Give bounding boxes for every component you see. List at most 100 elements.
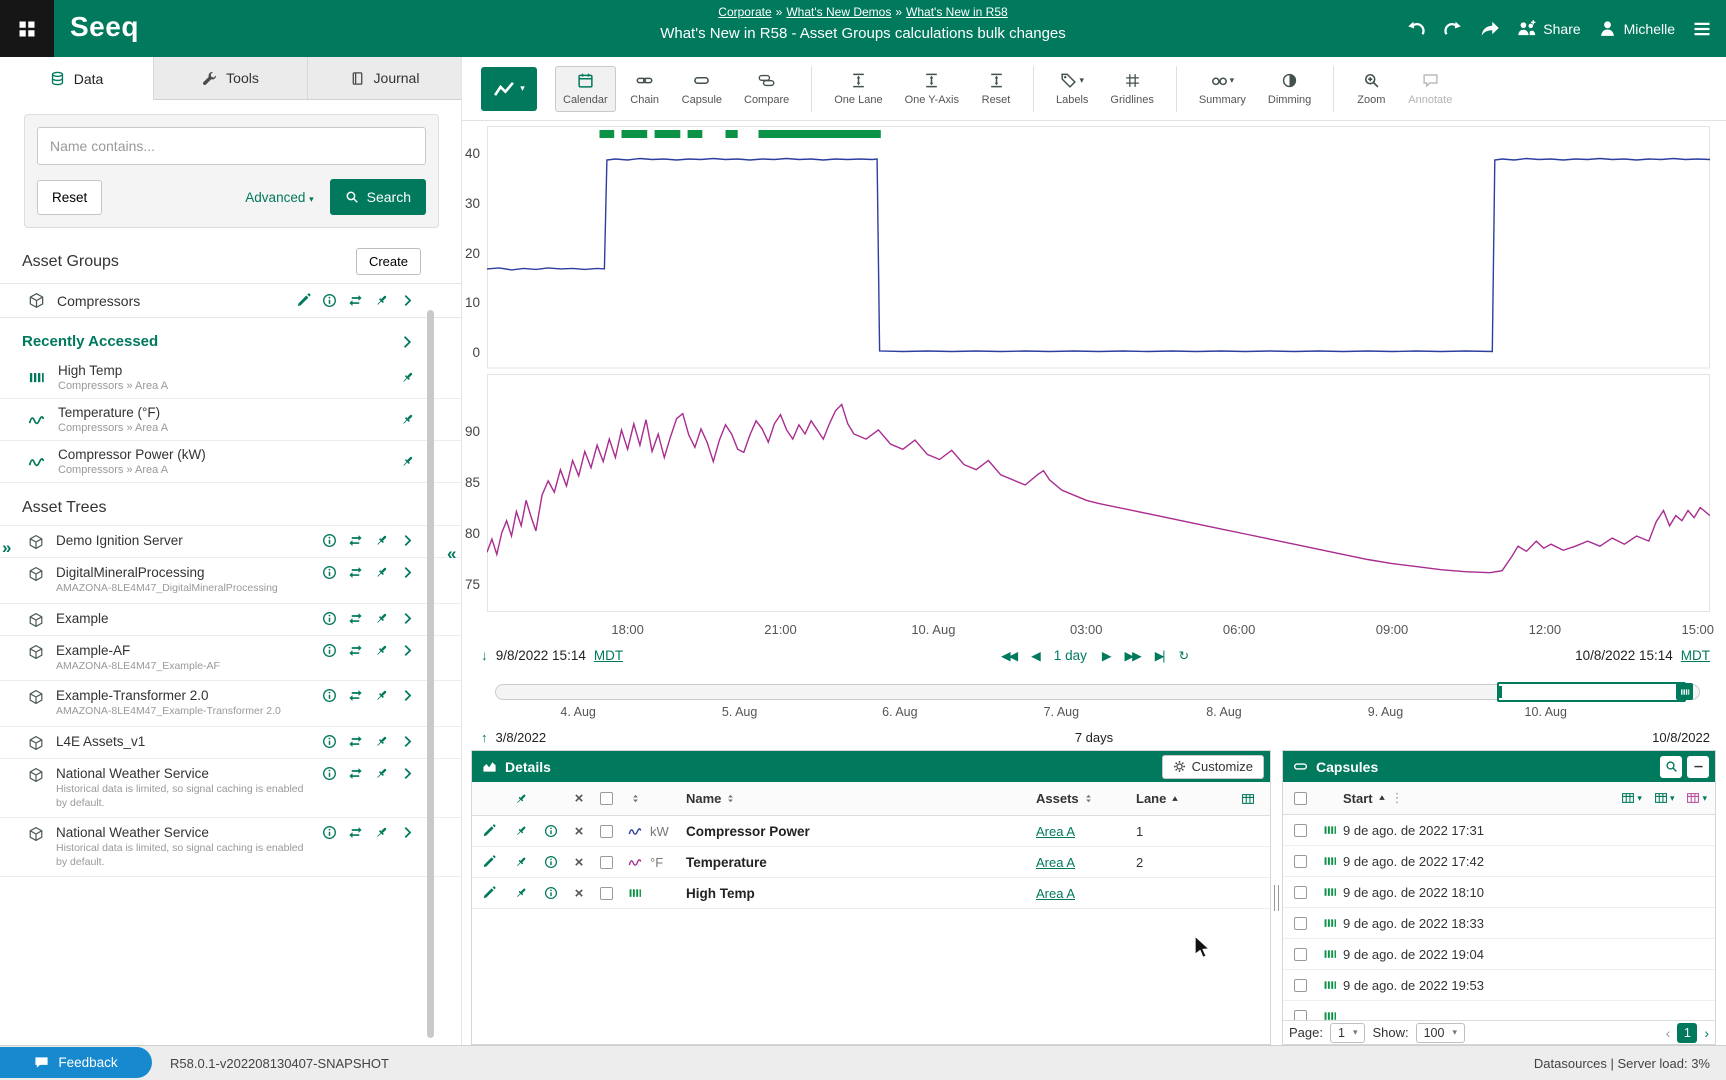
create-asset-group-button[interactable]: Create — [356, 248, 421, 275]
info-icon[interactable] — [322, 643, 337, 658]
sort-icon[interactable] — [725, 793, 736, 804]
step-back-button[interactable]: ◀ — [1031, 648, 1039, 663]
recent-item-temperature[interactable]: Temperature (°F)Compressors » Area A — [0, 399, 461, 441]
name-column-header[interactable]: Name — [686, 791, 721, 806]
share-button[interactable]: Share — [1517, 19, 1580, 38]
page-select[interactable]: 1▾ — [1330, 1023, 1365, 1043]
series-name[interactable]: High Temp — [686, 886, 1036, 901]
pin-icon[interactable] — [374, 611, 389, 626]
row-checkbox[interactable] — [1294, 824, 1307, 837]
info-icon[interactable] — [544, 855, 558, 869]
timezone-link[interactable]: MDT — [594, 648, 623, 663]
asset-group-row-compressors[interactable]: Compressors — [0, 283, 461, 318]
investigate-start[interactable]: 3/8/2022 — [496, 730, 547, 745]
pin-icon[interactable] — [374, 734, 389, 749]
pin-icon[interactable] — [514, 886, 528, 900]
toolbar-annotate-button[interactable]: Annotate — [1400, 66, 1460, 112]
toolbar-one-lane-button[interactable]: One Lane — [826, 66, 890, 112]
pin-icon[interactable] — [400, 454, 415, 469]
capsule-row[interactable]: 9 de ago. de 2022 18:10 — [1283, 877, 1715, 908]
remove-icon[interactable]: × — [566, 824, 592, 839]
toolbar-one-y-axis-button[interactable]: One Y-Axis — [897, 66, 967, 112]
pin-icon[interactable] — [374, 643, 389, 658]
capsule-row[interactable]: 9 de ago. de 2022 17:42 — [1283, 846, 1715, 877]
step-to-end-button[interactable]: ▶| — [1155, 648, 1164, 663]
row-checkbox[interactable] — [1294, 948, 1307, 961]
asset-link[interactable]: Area A — [1036, 855, 1075, 870]
investigate-duration[interactable]: 7 days — [1075, 730, 1113, 745]
trend-chart[interactable] — [487, 126, 1710, 620]
timezone-link[interactable]: MDT — [1681, 648, 1710, 663]
capsule-row[interactable]: 9 de ago. de 2022 19:04 — [1283, 939, 1715, 970]
chevron-right-icon[interactable] — [400, 825, 415, 840]
edit-pencil-icon[interactable] — [296, 293, 311, 308]
info-icon[interactable] — [544, 886, 558, 900]
row-checkbox[interactable] — [1294, 979, 1307, 992]
remove-column-icon[interactable]: × — [566, 791, 592, 806]
chevron-right-icon[interactable] — [400, 643, 415, 658]
asset-tree-row[interactable]: DigitalMineralProcessingAMAZONA-8LE4M47_… — [0, 558, 461, 604]
sort-icon[interactable] — [630, 793, 641, 804]
recent-item-high-temp[interactable]: High TempCompressors » Area A — [0, 357, 461, 399]
info-icon[interactable] — [322, 734, 337, 749]
swap-icon[interactable] — [348, 688, 363, 703]
toolbar-summary-button[interactable]: ▾ Summary — [1191, 66, 1254, 112]
customize-button[interactable]: Customize — [1162, 755, 1264, 779]
details-row-compressor-power[interactable]: × kW Compressor Power Area A 1 — [472, 816, 1270, 847]
seeq-logo[interactable]: Seeq — [54, 11, 157, 47]
timebar-selection-handle[interactable] — [1676, 683, 1693, 700]
chevron-right-icon[interactable] — [400, 734, 415, 749]
chevron-right-icon[interactable] — [400, 293, 415, 308]
toolbar-chain-button[interactable]: Chain — [622, 66, 668, 112]
info-icon[interactable] — [322, 825, 337, 840]
capsule-row[interactable]: 9 de ago. de 2022 18:33 — [1283, 908, 1715, 939]
feedback-button[interactable]: Feedback — [0, 1047, 152, 1078]
edit-pencil-icon[interactable] — [482, 886, 496, 900]
pin-icon[interactable] — [374, 766, 389, 781]
prev-page-button[interactable]: ‹ — [1666, 1025, 1671, 1041]
display-range-start[interactable]: 9/8/2022 15:14 — [496, 648, 586, 663]
swap-icon[interactable] — [348, 533, 363, 548]
reset-button[interactable]: Reset — [37, 180, 102, 215]
info-icon[interactable] — [322, 293, 337, 308]
search-button[interactable]: Search — [330, 179, 426, 215]
show-select[interactable]: 100▾ — [1416, 1023, 1465, 1043]
row-checkbox[interactable] — [600, 856, 613, 869]
asset-tree-row[interactable]: National Weather ServiceHistorical data … — [0, 759, 461, 818]
info-icon[interactable] — [322, 533, 337, 548]
chevron-right-icon[interactable] — [400, 533, 415, 548]
sidebar-scrollbar[interactable] — [427, 310, 434, 1038]
swap-icon[interactable] — [348, 643, 363, 658]
swap-icon[interactable] — [348, 734, 363, 749]
row-checkbox[interactable] — [1294, 886, 1307, 899]
edit-pencil-icon[interactable] — [482, 855, 496, 869]
info-icon[interactable] — [544, 824, 558, 838]
range-step-label[interactable]: 1 day — [1054, 648, 1087, 663]
expand-panel-button[interactable]: » — [2, 538, 11, 558]
investigate-start-arrow-icon[interactable]: ↑ — [481, 730, 488, 745]
pin-icon[interactable] — [374, 688, 389, 703]
collapse-sidebar-button[interactable]: « — [447, 544, 456, 564]
row-checkbox[interactable] — [600, 887, 613, 900]
row-checkbox[interactable] — [1294, 855, 1307, 868]
search-input[interactable] — [37, 127, 426, 165]
toolbar-reset-button[interactable]: Reset — [973, 66, 1019, 112]
table-stats-button[interactable]: ▾ — [1654, 791, 1675, 805]
series-name[interactable]: Compressor Power — [686, 824, 1036, 839]
server-status[interactable]: Datasources | Server load: 3% — [1534, 1056, 1710, 1071]
range-start-arrow-icon[interactable]: ↓ — [481, 648, 488, 663]
chevron-right-icon[interactable] — [400, 565, 415, 580]
column-menu-icon[interactable]: ⋮ — [1391, 790, 1404, 806]
chevron-right-icon[interactable] — [400, 688, 415, 703]
step-forward-button[interactable]: ▶ — [1102, 648, 1110, 663]
table-export-button[interactable]: ▾ — [1686, 791, 1707, 805]
chevron-right-icon[interactable] — [400, 766, 415, 781]
toolbar-gridlines-button[interactable]: Gridlines — [1102, 66, 1161, 112]
step-forward-fast-button[interactable]: ▶▶ — [1124, 648, 1139, 663]
next-page-button[interactable]: › — [1704, 1025, 1709, 1041]
pin-icon[interactable] — [514, 824, 528, 838]
edit-pencil-icon[interactable] — [482, 824, 496, 838]
info-icon[interactable] — [322, 611, 337, 626]
timebar-selection[interactable] — [1497, 682, 1686, 702]
asset-tree-row[interactable]: National Weather ServiceHistorical data … — [0, 818, 461, 877]
